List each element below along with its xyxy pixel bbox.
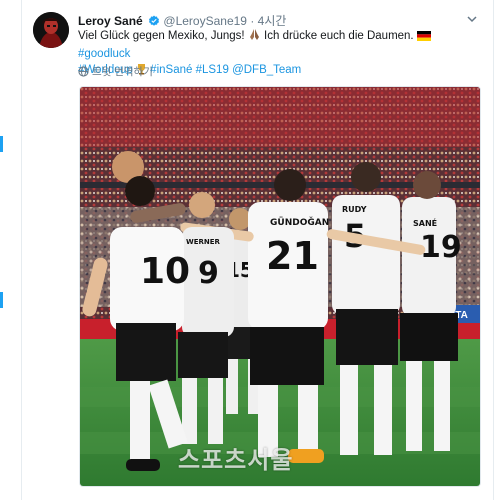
author-name[interactable]: Leroy Sané bbox=[78, 14, 143, 28]
mention-dfb-team[interactable]: @DFB_Team bbox=[232, 64, 301, 76]
avatar-image bbox=[33, 12, 69, 48]
tweet-timestamp[interactable]: 4시간 bbox=[258, 14, 287, 28]
chevron-down-icon[interactable] bbox=[466, 12, 478, 24]
jersey-number: 9 bbox=[198, 256, 219, 291]
jersey-name: WERNER bbox=[186, 238, 221, 246]
jersey-name: GÜNDOĞAN bbox=[270, 216, 329, 228]
tweet-text-line-1: Viel Glück gegen Mexiko, Jungs! bbox=[78, 30, 245, 42]
sidebar-indicator bbox=[0, 136, 3, 152]
avatar[interactable] bbox=[33, 12, 69, 48]
sidebar-divider bbox=[21, 0, 22, 500]
jersey-name: SANÉ bbox=[413, 217, 437, 228]
globe-icon bbox=[78, 66, 89, 77]
jersey-number: 10 bbox=[140, 251, 190, 292]
translate-label[interactable]: 트윗 번역하기 bbox=[92, 66, 153, 78]
praying-hands-emoji bbox=[248, 28, 261, 46]
translate-tweet-link[interactable]: 트윗 번역하기 bbox=[78, 64, 153, 79]
author-handle[interactable]: @LeroySane19 bbox=[163, 14, 247, 28]
germany-flag-emoji bbox=[416, 30, 431, 46]
tweet-photo[interactable]: RTA 19 SANÉ 5 RUDY bbox=[79, 86, 481, 487]
jersey-number: 19 bbox=[420, 230, 462, 265]
timeline-border bbox=[493, 0, 494, 500]
hashtag-ls19[interactable]: #LS19 bbox=[196, 64, 229, 76]
separator-dot: · bbox=[250, 14, 255, 28]
hashtag-insane[interactable]: #inSané bbox=[150, 64, 192, 76]
jersey-name: RUDY bbox=[342, 205, 367, 214]
left-sidebar-edge bbox=[0, 0, 22, 500]
watermark: 스포츠서울 bbox=[178, 446, 294, 474]
jersey-number: 21 bbox=[266, 234, 319, 278]
sidebar-indicator bbox=[0, 292, 3, 308]
team-celebration-image: RTA 19 SANÉ 5 RUDY bbox=[80, 87, 480, 486]
tweet-text-line-2: Ich drücke euch die Daumen. bbox=[264, 30, 414, 42]
hashtag-goodluck[interactable]: #goodluck bbox=[78, 48, 130, 60]
